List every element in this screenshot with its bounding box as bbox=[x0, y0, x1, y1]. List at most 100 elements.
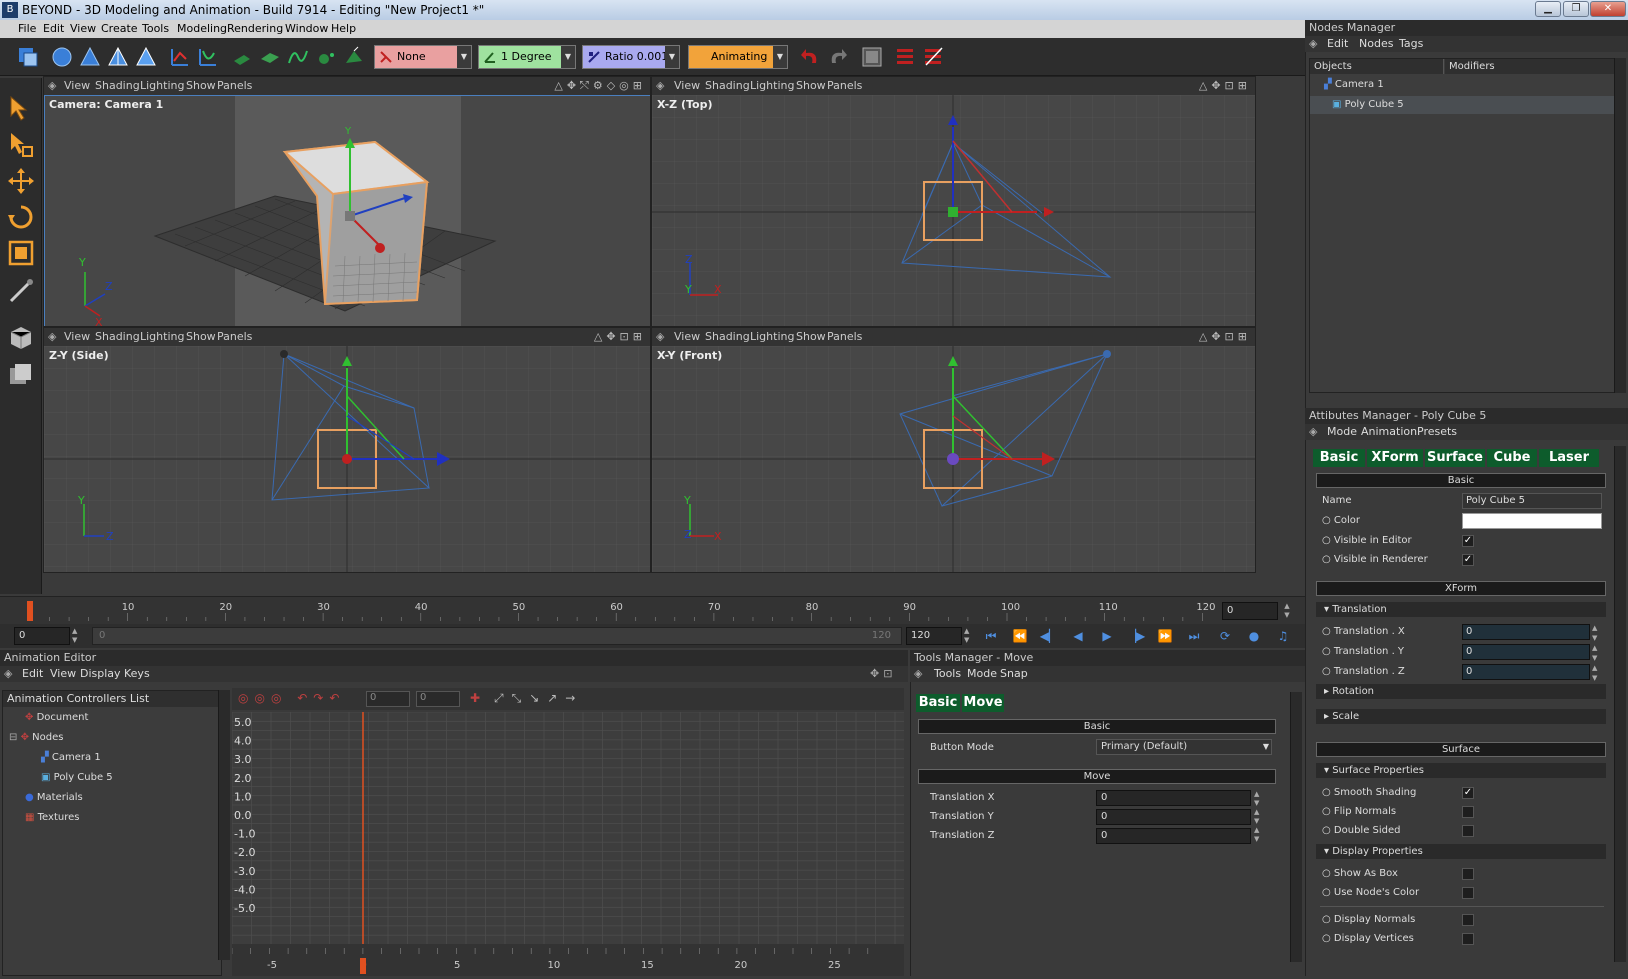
vp-menu-show[interactable]: Show bbox=[796, 330, 826, 343]
tools-scrollbar[interactable] bbox=[1290, 692, 1302, 962]
timeline-ruler[interactable]: 10 20 30 40 50 60 70 80 90 100 110 120 0 ▲ ▼ bbox=[0, 596, 1305, 624]
viewport-front-canvas[interactable]: Y Z X bbox=[652, 346, 1255, 572]
vp-menu-shading[interactable]: Shading bbox=[95, 79, 140, 92]
curve-tool-icon[interactable] bbox=[196, 45, 220, 69]
tools-tz-field[interactable]: 0 bbox=[1096, 828, 1251, 844]
nodes-menu-edit[interactable]: Edit bbox=[1327, 37, 1348, 50]
tree-item-materials[interactable]: ● Materials bbox=[25, 789, 83, 807]
attr-ty-field[interactable]: 0 bbox=[1462, 644, 1590, 660]
attr-tab-cube[interactable]: Cube bbox=[1487, 449, 1537, 467]
select-mode-icon[interactable] bbox=[16, 45, 40, 69]
vp-menu-panels[interactable]: Panels bbox=[217, 79, 252, 92]
tools-ty-field[interactable]: 0 bbox=[1096, 809, 1251, 825]
display-normals-checkbox[interactable] bbox=[1462, 914, 1474, 926]
attr-tx-field[interactable]: 0 bbox=[1462, 624, 1590, 640]
viewport-top[interactable]: ◈ View Shading Lighting Show Panels △✥⊡⊞ bbox=[651, 76, 1256, 327]
attr-tab-xform[interactable]: XForm bbox=[1367, 449, 1423, 467]
tree-item-document[interactable]: ✥ Document bbox=[25, 709, 88, 727]
menu-file[interactable]: File bbox=[18, 22, 36, 35]
attr-scale-group[interactable]: ▸ Scale bbox=[1316, 709, 1606, 724]
render-icon[interactable] bbox=[894, 45, 918, 69]
show-as-box-checkbox[interactable] bbox=[1462, 868, 1474, 880]
vp-menu-view[interactable]: View bbox=[674, 330, 700, 343]
tools-tab-move[interactable]: Move bbox=[962, 694, 1004, 712]
vp-menu-show[interactable]: Show bbox=[186, 79, 216, 92]
node-item-camera[interactable]: ▞ Camera 1 bbox=[1324, 76, 1614, 94]
move-tool-icon[interactable] bbox=[6, 166, 36, 196]
nodes-scrollbar[interactable] bbox=[1614, 58, 1626, 393]
maximize-button[interactable]: ❐ bbox=[1563, 1, 1589, 17]
pyramid-primitive-icon[interactable] bbox=[106, 45, 130, 69]
cone-primitive-icon[interactable] bbox=[78, 45, 102, 69]
next-key-icon[interactable]: ⏩ bbox=[1154, 626, 1176, 646]
attr-tab-basic[interactable]: Basic bbox=[1313, 449, 1365, 467]
tree-item-polycube[interactable]: ▣ Poly Cube 5 bbox=[41, 769, 113, 787]
vp-menu-shading[interactable]: Shading bbox=[705, 330, 750, 343]
menu-help[interactable]: Help bbox=[331, 22, 356, 35]
prev-key-icon[interactable]: ⏪ bbox=[1009, 626, 1031, 646]
viewport-menu-icon[interactable]: ◈ bbox=[48, 330, 56, 343]
menu-tools[interactable]: Tools bbox=[142, 22, 169, 35]
tools-menu-snap[interactable]: Snap bbox=[1000, 667, 1028, 680]
nodes-menu-nodes[interactable]: Nodes bbox=[1359, 37, 1393, 50]
render-view-icon[interactable] bbox=[860, 45, 884, 69]
go-to-end-icon[interactable]: ⏭ bbox=[1183, 626, 1205, 646]
vp-menu-view[interactable]: View bbox=[64, 79, 90, 92]
viewport-camera-canvas[interactable]: Y Y Z X bbox=[44, 95, 650, 326]
close-button[interactable]: ✕ bbox=[1590, 1, 1626, 17]
tools-menu-mode[interactable]: Mode bbox=[967, 667, 997, 680]
anim-menu-edit[interactable]: Edit bbox=[22, 667, 43, 680]
menu-rendering[interactable]: Rendering bbox=[227, 22, 283, 35]
key-value-field[interactable]: 0 bbox=[416, 691, 460, 707]
minimize-button[interactable]: ▁ bbox=[1535, 1, 1561, 17]
bone-tool-icon[interactable] bbox=[6, 276, 36, 306]
tools-menu-tools[interactable]: Tools bbox=[934, 667, 961, 680]
vp-menu-panels[interactable]: Panels bbox=[827, 79, 862, 92]
attr-menu-presets[interactable]: Presets bbox=[1417, 425, 1457, 438]
attr-translation-group[interactable]: ▾ Translation bbox=[1316, 602, 1606, 617]
nurbs-tool-icon[interactable] bbox=[314, 45, 338, 69]
curve-graph[interactable]: 5.0 4.0 3.0 2.0 1.0 0.0 -1.0 -2.0 -3.0 -4.0 -5.0 bbox=[232, 712, 904, 944]
select-arrow-icon[interactable] bbox=[6, 94, 36, 124]
panel-menu-icon[interactable]: ◈ bbox=[914, 667, 922, 680]
record-icon[interactable]: ● bbox=[1243, 626, 1265, 646]
viewport-nav-icons[interactable]: △✥⤲⚙◇◎⊞ bbox=[554, 79, 646, 93]
attr-menu-animation[interactable]: Animation bbox=[1361, 425, 1417, 438]
viewport-front[interactable]: ◈ View Shading Lighting Show Panels △✥⊡⊞ bbox=[651, 327, 1256, 573]
display-vertices-checkbox[interactable] bbox=[1462, 933, 1474, 945]
end-spinner-icon[interactable]: ▲ ▼ bbox=[964, 627, 976, 645]
viewport-nav-icons[interactable]: △✥⊡⊞ bbox=[594, 330, 646, 343]
viewport-camera[interactable]: ◈ View Shading Lighting Show Panels △✥⤲⚙… bbox=[43, 76, 651, 327]
settings-icon[interactable]: ♫ bbox=[1272, 626, 1294, 646]
undo-icon[interactable] bbox=[798, 45, 822, 69]
double-sided-checkbox[interactable] bbox=[1462, 825, 1474, 837]
menu-create[interactable]: Create bbox=[101, 22, 138, 35]
node-item-polycube[interactable]: ▣ Poly Cube 5 bbox=[1310, 96, 1614, 114]
menu-modeling[interactable]: Modeling bbox=[177, 22, 227, 35]
add-key-icon[interactable]: ✚ bbox=[470, 691, 480, 705]
tools-spinners-icon[interactable]: ▲ ▼ ▲ ▼ ▲ ▼ bbox=[1254, 790, 1266, 844]
redo-icon[interactable] bbox=[826, 45, 850, 69]
tree-item-textures[interactable]: ▦ Textures bbox=[25, 809, 79, 827]
start-frame-field[interactable]: 0 bbox=[14, 627, 70, 645]
anim-menu-display[interactable]: Display bbox=[80, 667, 121, 680]
vp-menu-view[interactable]: View bbox=[674, 79, 700, 92]
vp-menu-panels[interactable]: Panels bbox=[217, 330, 252, 343]
timeline-playhead[interactable] bbox=[27, 601, 33, 621]
loop-icon[interactable]: ⟳ bbox=[1214, 626, 1236, 646]
bevel-tool-icon[interactable] bbox=[258, 45, 282, 69]
attr-name-field[interactable]: Poly Cube 5 bbox=[1462, 493, 1602, 509]
vp-menu-lighting[interactable]: Lighting bbox=[140, 330, 184, 343]
rotate-tool-icon[interactable] bbox=[6, 202, 36, 232]
vp-menu-lighting[interactable]: Lighting bbox=[140, 79, 184, 92]
attr-tab-laser[interactable]: Laser bbox=[1539, 449, 1599, 467]
smooth-shading-checkbox[interactable]: ✓ bbox=[1462, 787, 1474, 799]
viewport-menu-icon[interactable]: ◈ bbox=[48, 79, 56, 92]
select-box-icon[interactable] bbox=[6, 130, 36, 160]
mesh-primitive-icon[interactable] bbox=[134, 45, 158, 69]
object-view-icon[interactable] bbox=[6, 360, 36, 390]
vp-menu-panels[interactable]: Panels bbox=[827, 330, 862, 343]
panel-nav-icons[interactable]: ✥⊡ bbox=[870, 667, 896, 680]
menu-window[interactable]: Window bbox=[285, 22, 328, 35]
collapse-icon[interactable]: ⊟ bbox=[9, 732, 17, 743]
